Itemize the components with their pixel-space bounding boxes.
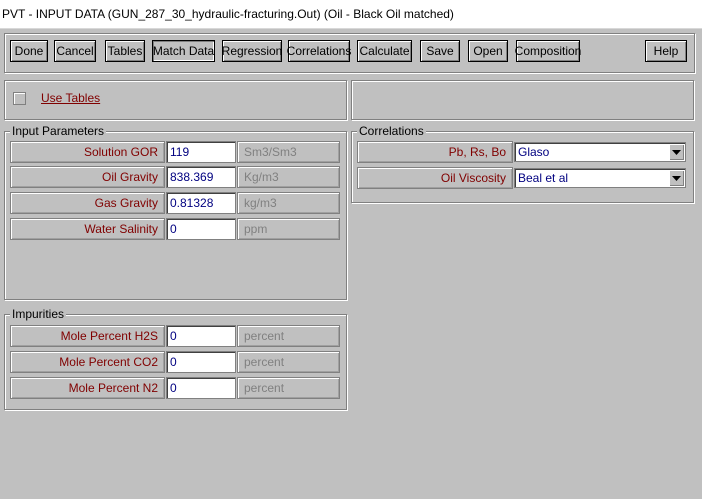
- mole-percent-h2s-unit: percent: [237, 325, 340, 347]
- mole-percent-n2-input[interactable]: 0: [166, 377, 236, 399]
- open-button[interactable]: Open: [468, 40, 508, 62]
- oil-gravity-label: Oil Gravity: [10, 166, 165, 188]
- mole-percent-co2-input[interactable]: 0: [166, 351, 236, 373]
- regression-button[interactable]: Regression: [222, 40, 282, 62]
- oil-viscosity-label: Oil Viscosity: [357, 167, 513, 189]
- save-button[interactable]: Save: [420, 40, 460, 62]
- calculate-button[interactable]: Calculate: [357, 40, 412, 62]
- chevron-down-icon[interactable]: [669, 144, 684, 160]
- pb-rs-bo-value: Glaso: [518, 145, 550, 159]
- oil-gravity-input[interactable]: 838.369: [166, 166, 236, 188]
- mole-percent-co2-label: Mole Percent CO2: [10, 351, 165, 373]
- window-title: PVT - INPUT DATA (GUN_287_30_hydraulic-f…: [2, 7, 454, 21]
- oil-viscosity-value: Beal et al: [518, 171, 569, 185]
- water-salinity-input[interactable]: 0: [166, 218, 236, 240]
- oil-viscosity-select[interactable]: Beal et al: [514, 168, 686, 188]
- pb-rs-bo-select[interactable]: Glaso: [514, 142, 686, 162]
- gas-gravity-label: Gas Gravity: [10, 192, 165, 214]
- use-tables-checkbox[interactable]: [13, 92, 26, 105]
- pb-rs-bo-label: Pb, Rs, Bo: [357, 141, 513, 163]
- use-tables-label[interactable]: Use Tables: [41, 91, 100, 105]
- solution-gor-input[interactable]: 119: [166, 141, 236, 163]
- cancel-button[interactable]: Cancel: [54, 40, 96, 62]
- solution-gor-unit: Sm3/Sm3: [237, 141, 340, 163]
- correlations-button[interactable]: Correlations: [287, 40, 351, 62]
- title-bar: PVT - INPUT DATA (GUN_287_30_hydraulic-f…: [0, 0, 702, 29]
- mole-percent-n2-label: Mole Percent N2: [10, 377, 165, 399]
- water-salinity-unit: ppm: [237, 218, 340, 240]
- match-data-button[interactable]: Match Data: [152, 40, 215, 62]
- mole-percent-h2s-label: Mole Percent H2S: [10, 325, 165, 347]
- mole-percent-n2-unit: percent: [237, 377, 340, 399]
- gas-gravity-input[interactable]: 0.81328: [166, 192, 236, 214]
- tables-button[interactable]: Tables: [105, 40, 145, 62]
- oil-gravity-unit: Kg/m3: [237, 166, 340, 188]
- chevron-down-icon[interactable]: [669, 170, 684, 186]
- gas-gravity-unit: kg/m3: [237, 192, 340, 214]
- correlations-title: Correlations: [357, 124, 426, 138]
- impurities-title: Impurities: [10, 307, 67, 321]
- mole-percent-co2-unit: percent: [237, 351, 340, 373]
- right-top-panel: [351, 80, 694, 120]
- water-salinity-label: Water Salinity: [10, 218, 165, 240]
- mole-percent-h2s-input[interactable]: 0: [166, 325, 236, 347]
- solution-gor-label: Solution GOR: [10, 141, 165, 163]
- help-button[interactable]: Help: [645, 40, 687, 62]
- input-parameters-title: Input Parameters: [10, 124, 107, 138]
- done-button[interactable]: Done: [10, 40, 48, 62]
- composition-button[interactable]: Composition: [515, 40, 581, 62]
